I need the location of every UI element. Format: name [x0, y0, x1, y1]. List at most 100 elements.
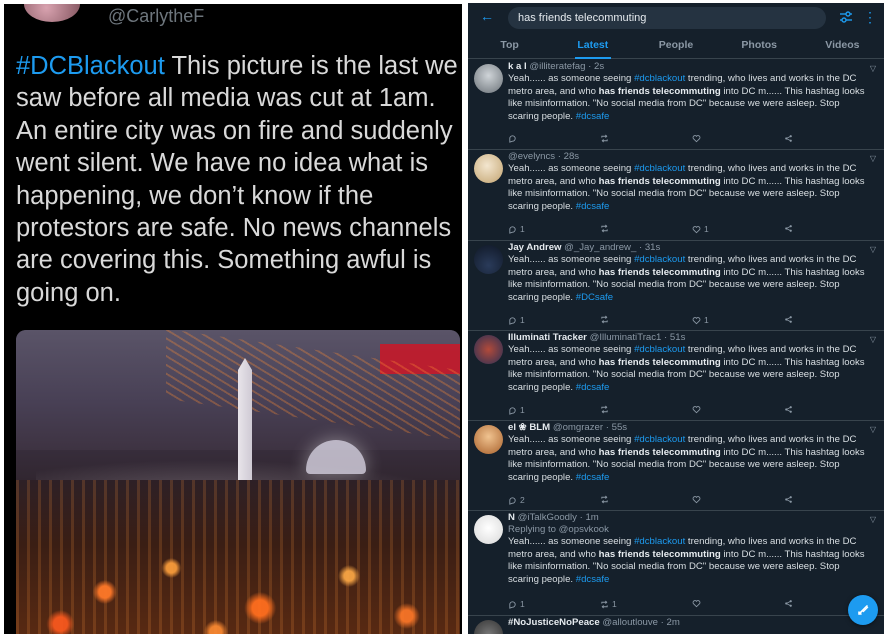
- tweet-item[interactable]: #NoJusticeNoPeace @alloutlouve · 2m: [468, 616, 884, 634]
- like-button[interactable]: 1: [692, 315, 709, 325]
- tab-latest[interactable]: Latest: [551, 33, 634, 59]
- tab-top[interactable]: Top: [468, 33, 551, 58]
- display-name[interactable]: Illuminati Tracker: [508, 332, 587, 343]
- reply-button[interactable]: [508, 134, 520, 143]
- hashtag-link[interactable]: #dcblackout: [634, 73, 685, 84]
- avatar[interactable]: [474, 425, 503, 454]
- chevron-down-icon[interactable]: ▽: [870, 515, 876, 524]
- display-name[interactable]: Jay Andrew: [508, 242, 562, 253]
- timestamp[interactable]: · 28s: [558, 151, 579, 162]
- share-button[interactable]: [784, 495, 793, 504]
- tweet-meta: @evelyncs · 28s: [508, 151, 868, 163]
- avatar[interactable]: [474, 515, 503, 544]
- display-name[interactable]: el ❀ BLM: [508, 422, 550, 433]
- search-match: has friends telecommuting: [598, 175, 721, 187]
- hashtag-link[interactable]: #dcsafe: [576, 472, 610, 483]
- reply-button[interactable]: 1: [508, 599, 525, 609]
- tweet-text-part: Yeah...... as someone seeing: [508, 163, 635, 174]
- hashtag-link[interactable]: #dcblackout: [634, 163, 685, 174]
- display-name[interactable]: N: [508, 512, 515, 523]
- tweet-text-part: Yeah...... as someone seeing: [508, 344, 635, 355]
- display-name[interactable]: k a l: [508, 61, 527, 72]
- reply-button[interactable]: 1: [508, 224, 525, 234]
- tweet-actions: 11: [508, 599, 808, 611]
- timestamp[interactable]: · 1m: [580, 512, 599, 523]
- retweet-button[interactable]: [600, 134, 612, 143]
- share-button[interactable]: [784, 134, 793, 143]
- hashtag-link[interactable]: #dcsafe: [576, 382, 610, 393]
- chevron-down-icon[interactable]: ▽: [870, 335, 876, 344]
- hashtag-link[interactable]: #dcblackout: [634, 536, 685, 547]
- chevron-down-icon[interactable]: ▽: [870, 154, 876, 163]
- like-button[interactable]: [692, 599, 704, 608]
- like-button[interactable]: [692, 134, 704, 143]
- sliders-icon[interactable]: [838, 9, 854, 25]
- avatar[interactable]: [24, 4, 80, 22]
- tweet-item[interactable]: @evelyncs · 28s Yeah...... as someone see…: [468, 150, 884, 241]
- tweet-item[interactable]: Illuminati Tracker @IlluminatiTrac1 · 51…: [468, 331, 884, 421]
- reply-button[interactable]: 2: [508, 495, 525, 505]
- hashtag-link[interactable]: #dcblackout: [634, 344, 685, 355]
- retweet-button[interactable]: [600, 405, 612, 414]
- chevron-down-icon[interactable]: ▽: [870, 425, 876, 434]
- heart-icon: [692, 135, 701, 143]
- timestamp[interactable]: · 51s: [664, 332, 685, 343]
- retweet-button[interactable]: [600, 495, 612, 504]
- chevron-down-icon[interactable]: ▽: [870, 64, 876, 73]
- retweet-button[interactable]: [600, 224, 612, 233]
- hashtag-link[interactable]: #DCsafe: [576, 292, 613, 303]
- avatar[interactable]: [474, 620, 503, 634]
- timestamp[interactable]: · 2m: [661, 617, 680, 628]
- user-handle[interactable]: @evelyncs: [508, 151, 555, 162]
- timestamp[interactable]: · 2s: [588, 61, 604, 72]
- author-handle[interactable]: @CarlytheF: [108, 6, 204, 27]
- avatar[interactable]: [474, 64, 503, 93]
- avatar[interactable]: [474, 245, 503, 274]
- tweet-item[interactable]: N @iTalkGoodly · 1m Replying to @opsvkook…: [468, 511, 884, 616]
- tab-people[interactable]: People: [634, 33, 717, 58]
- timestamp[interactable]: · 55s: [606, 422, 627, 433]
- display-name[interactable]: #NoJusticeNoPeace: [508, 617, 600, 628]
- back-arrow-icon[interactable]: ←: [480, 8, 494, 24]
- search-input[interactable]: has friends telecommuting: [508, 7, 826, 29]
- user-handle[interactable]: @alloutlouve: [602, 617, 658, 628]
- reply-count: 1: [520, 405, 525, 415]
- share-button[interactable]: [784, 599, 793, 608]
- tweet-text: #DCBlackout This picture is the last we …: [16, 50, 460, 309]
- user-handle[interactable]: @IlluminatiTrac1: [590, 332, 662, 343]
- user-handle[interactable]: @omgrazer: [553, 422, 603, 433]
- retweet-button[interactable]: 1: [600, 599, 617, 609]
- user-handle[interactable]: @illiteratefag: [529, 61, 585, 72]
- avatar[interactable]: [474, 154, 503, 183]
- share-button[interactable]: [784, 224, 793, 233]
- hashtag-link[interactable]: #dcblackout: [634, 434, 685, 445]
- user-handle[interactable]: @_Jay_andrew_: [564, 242, 636, 253]
- timestamp[interactable]: · 31s: [639, 242, 660, 253]
- like-button[interactable]: [692, 405, 704, 414]
- reply-button[interactable]: 1: [508, 315, 525, 325]
- tweet-item[interactable]: k a l @illiteratefag · 2s Yeah...... as s…: [468, 60, 884, 150]
- avatar[interactable]: [474, 335, 503, 364]
- tweet-photo[interactable]: [16, 330, 460, 634]
- share-button[interactable]: [784, 315, 793, 324]
- hashtag-link[interactable]: #dcsafe: [576, 574, 610, 585]
- chevron-down-icon[interactable]: ▽: [870, 245, 876, 254]
- hashtag-link[interactable]: #dcsafe: [576, 111, 610, 122]
- hashtag-link[interactable]: #DCBlackout: [16, 52, 165, 80]
- like-button[interactable]: 1: [692, 224, 709, 234]
- tweet-item[interactable]: Jay Andrew @_Jay_andrew_ · 31s Yeah......…: [468, 241, 884, 331]
- search-match: has friends telecommuting: [598, 85, 721, 97]
- tweet-item[interactable]: el ❀ BLM @omgrazer · 55s Yeah...... as so…: [468, 421, 884, 511]
- tab-photos[interactable]: Photos: [718, 33, 801, 58]
- share-button[interactable]: [784, 405, 793, 414]
- reply-context[interactable]: Replying to @opsvkook: [508, 524, 868, 536]
- retweet-button[interactable]: [600, 315, 612, 324]
- compose-tweet-button[interactable]: [848, 595, 878, 625]
- hashtag-link[interactable]: #dcsafe: [576, 201, 610, 212]
- hashtag-link[interactable]: #dcblackout: [634, 254, 685, 265]
- more-vertical-icon[interactable]: ⋮: [863, 7, 877, 27]
- like-button[interactable]: [692, 495, 704, 504]
- reply-button[interactable]: 1: [508, 405, 525, 415]
- user-handle[interactable]: @iTalkGoodly: [518, 512, 577, 523]
- tab-videos[interactable]: Videos: [801, 33, 884, 58]
